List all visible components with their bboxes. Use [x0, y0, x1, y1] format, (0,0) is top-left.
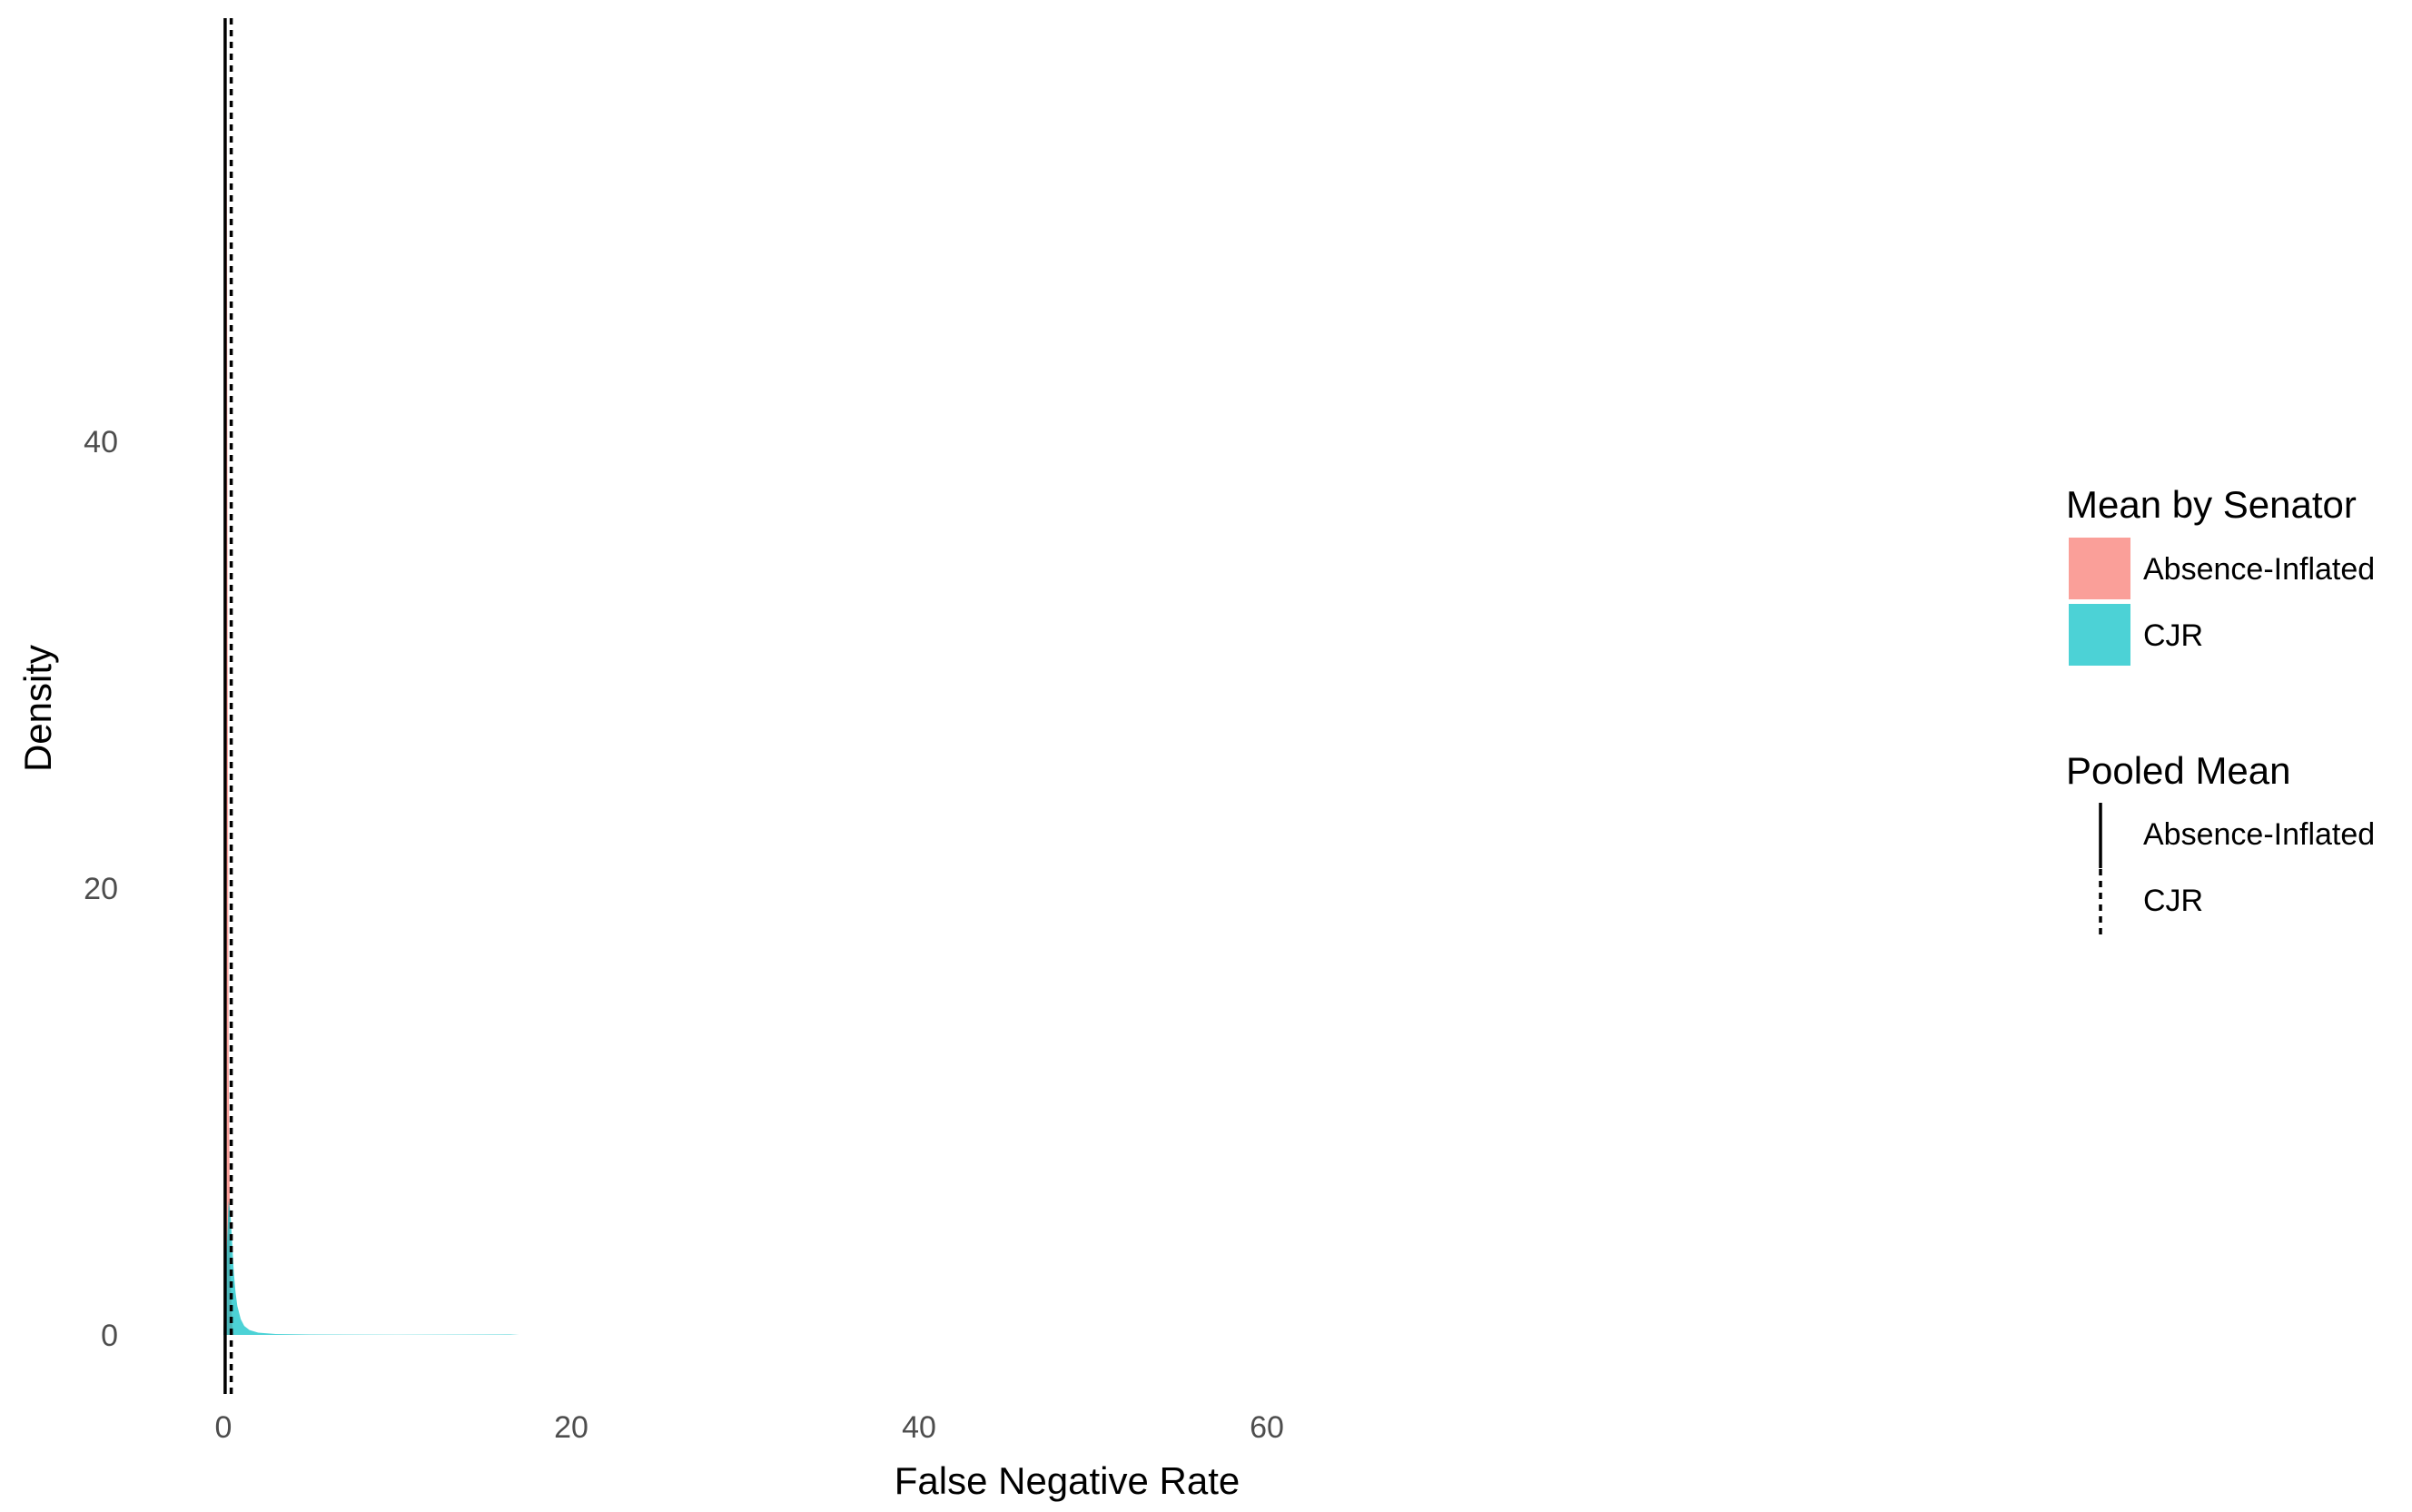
x-tick-label: 40 [902, 1410, 936, 1445]
legend-line-label: CJR [2143, 884, 2203, 918]
x-axis-ticks: 0 20 40 60 [215, 1410, 1284, 1445]
y-tick-label: 20 [84, 872, 118, 906]
x-tick-label: 0 [215, 1410, 232, 1445]
legend-line-title: Pooled Mean [2066, 749, 2291, 792]
legend-fill-label: Absence-Inflated [2143, 552, 2375, 587]
y-tick-label: 40 [84, 425, 118, 460]
legend-fill-title: Mean by Senator [2066, 483, 2357, 526]
legend-pooled-mean: Pooled Mean Absence-Inflated CJR [2066, 749, 2375, 934]
x-axis-title: False Negative Rate [895, 1459, 1241, 1502]
x-tick-label: 20 [554, 1410, 588, 1445]
legend-fill-label: CJR [2143, 618, 2203, 653]
y-axis-ticks: 0 20 40 [84, 425, 118, 1353]
legend-mean-by-senator: Mean by Senator Absence-Inflated CJR [2066, 483, 2375, 666]
legend-line-label: Absence-Inflated [2143, 817, 2375, 852]
x-tick-label: 60 [1250, 1410, 1284, 1445]
density-chart: 0 20 40 60 0 20 40 False Negative Rate Densit… [0, 0, 2412, 1512]
chart-svg: 0 20 40 60 0 20 40 False Negative Rate Densit… [16, 18, 2375, 1502]
legend-key-fill [2069, 538, 2130, 599]
y-axis-title: Density [16, 645, 59, 772]
plot-area [223, 18, 519, 1394]
density-area-cjr [223, 1201, 519, 1335]
y-tick-label: 0 [101, 1319, 118, 1353]
legend-key-fill [2069, 604, 2130, 666]
